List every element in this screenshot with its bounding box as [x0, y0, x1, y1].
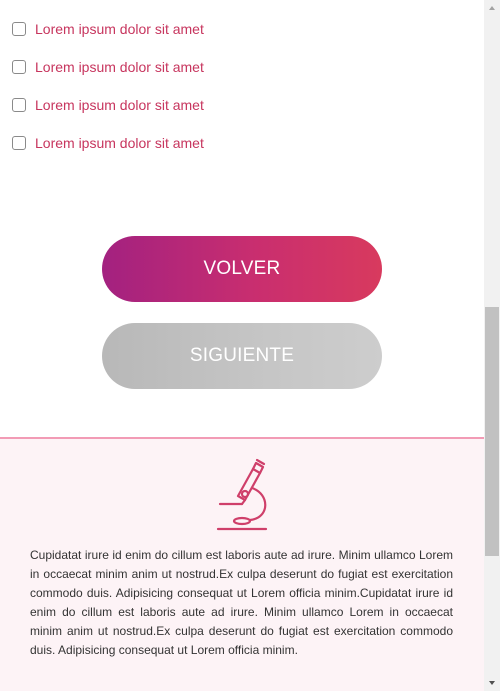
vertical-scrollbar[interactable] [484, 0, 500, 691]
next-button[interactable]: SIGUIENTE [102, 323, 382, 389]
footer: Cupidatat irure id enim do cillum est la… [0, 437, 484, 691]
checkbox-option[interactable]: Lorem ipsum dolor sit amet [12, 95, 204, 115]
footer-description: Cupidatat irure id enim do cillum est la… [30, 548, 453, 657]
checkbox-label[interactable]: Lorem ipsum dolor sit amet [35, 59, 204, 75]
checkbox-label[interactable]: Lorem ipsum dolor sit amet [35, 135, 204, 151]
checkbox-list: Lorem ipsum dolor sit amet Lorem ipsum d… [12, 19, 204, 171]
page-content: Lorem ipsum dolor sit amet Lorem ipsum d… [0, 0, 484, 691]
checkbox-label[interactable]: Lorem ipsum dolor sit amet [35, 97, 204, 113]
microscope-icon [216, 458, 268, 531]
scroll-up-arrow-icon[interactable] [484, 0, 500, 16]
scroll-down-arrow-icon[interactable] [484, 675, 500, 691]
back-button[interactable]: VOLVER [102, 236, 382, 302]
checkbox[interactable] [12, 136, 26, 150]
checkbox-option[interactable]: Lorem ipsum dolor sit amet [12, 19, 204, 39]
checkbox-option[interactable]: Lorem ipsum dolor sit amet [12, 57, 204, 77]
checkbox[interactable] [12, 60, 26, 74]
checkbox[interactable] [12, 22, 26, 36]
scrollbar-thumb[interactable] [485, 307, 499, 556]
checkbox-label[interactable]: Lorem ipsum dolor sit amet [35, 21, 204, 37]
checkbox-option[interactable]: Lorem ipsum dolor sit amet [12, 133, 204, 153]
checkbox[interactable] [12, 98, 26, 112]
